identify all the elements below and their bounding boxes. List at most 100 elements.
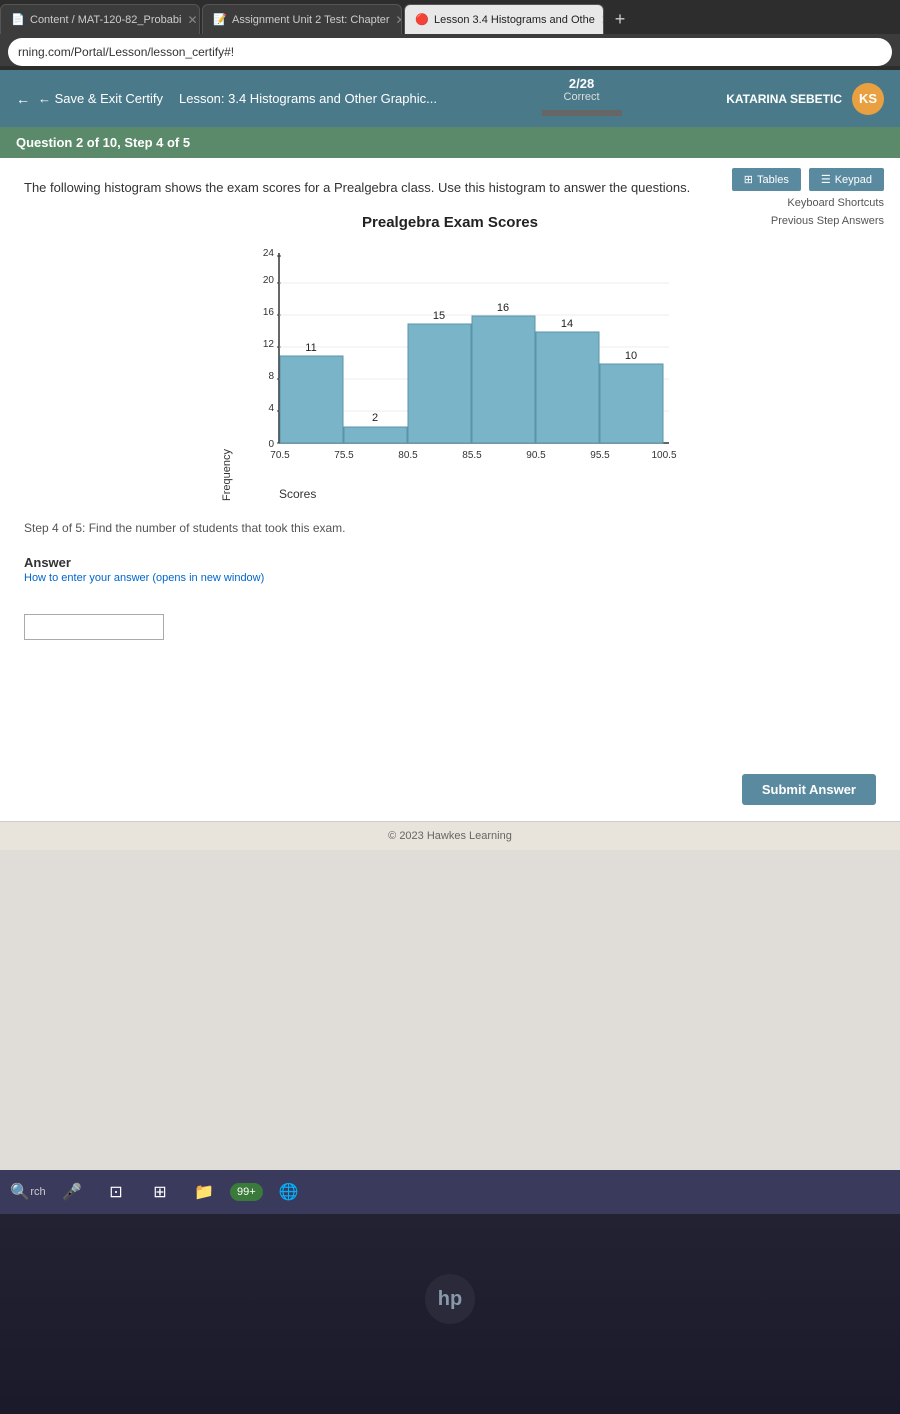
badge-item[interactable]: 99+ (230, 1183, 263, 1201)
nav-left: ← ← Save & Exit Certify Lesson: 3.4 Hist… (16, 91, 437, 107)
svg-text:70.5: 70.5 (270, 450, 290, 461)
hp-logo: hp (425, 1274, 475, 1324)
top-nav: ← ← Save & Exit Certify Lesson: 3.4 Hist… (0, 70, 900, 127)
taskview-icon: ⊡ (109, 1182, 122, 1202)
new-tab-button[interactable]: + (606, 5, 634, 33)
lesson-title: Lesson: 3.4 Histograms and Other Graphic… (179, 91, 437, 106)
taskbar: 🔍 rch 🎤 ⊡ ⊞ 📁 99+ 🌐 (0, 1170, 900, 1214)
tab1-label: Content / MAT-120-82_Probabi (30, 14, 181, 26)
keyboard-area: hp (0, 1214, 900, 1414)
svg-text:80.5: 80.5 (398, 450, 418, 461)
svg-text:20: 20 (263, 275, 275, 286)
bar-5 (536, 332, 599, 443)
chart-title: Prealgebra Exam Scores (362, 214, 538, 231)
score-progress-bar (542, 110, 622, 116)
copyright-text: © 2023 Hawkes Learning (388, 830, 512, 842)
keyboard-shortcuts-link[interactable]: Keyboard Shortcuts (787, 197, 884, 209)
mic-taskbar-item[interactable]: 🎤 (54, 1174, 90, 1210)
search-taskbar-item[interactable]: 🔍 rch (10, 1174, 46, 1210)
user-avatar: KS (852, 83, 884, 115)
save-exit-label: ← Save & Exit Certify (38, 91, 163, 106)
x-axis-label: Scores (279, 487, 316, 501)
submit-section: Submit Answer (0, 758, 900, 821)
bar-4 (472, 316, 535, 443)
save-exit-button[interactable]: ← ← Save & Exit Certify (16, 91, 163, 107)
svg-text:11: 11 (305, 342, 316, 354)
chart-container: Prealgebra Exam Scores Frequency (24, 214, 876, 501)
page-content: ← ← Save & Exit Certify Lesson: 3.4 Hist… (0, 70, 900, 1170)
tables-button[interactable]: ⊞ Tables (732, 168, 801, 191)
svg-text:0: 0 (268, 439, 274, 450)
laptop-bottom: hp (0, 1214, 900, 1414)
tab-lesson[interactable]: 🔴 Lesson 3.4 Histograms and Othe ✕ (404, 4, 604, 34)
mic-icon: 🎤 (62, 1182, 82, 1202)
submit-button[interactable]: Submit Answer (742, 774, 876, 805)
svg-text:10: 10 (625, 350, 637, 362)
user-initials: KS (859, 91, 877, 106)
score-display: 2/28 (542, 76, 622, 91)
footer: © 2023 Hawkes Learning (0, 821, 900, 850)
svg-text:15: 15 (433, 310, 445, 322)
tables-label: Tables (757, 174, 789, 186)
browser-taskbar-item[interactable]: 🌐 (271, 1174, 307, 1210)
svg-text:85.5: 85.5 (462, 450, 482, 461)
svg-text:14: 14 (561, 318, 573, 330)
submit-label: Submit Answer (762, 782, 856, 797)
lesson-icon: 🔴 (415, 13, 429, 27)
previous-step-link[interactable]: Previous Step Answers (771, 215, 884, 227)
assignment-icon: 📝 (213, 13, 227, 27)
tab-bar: 📄 Content / MAT-120-82_Probabi ✕ 📝 Assig… (0, 0, 900, 34)
browser-chrome: 📄 Content / MAT-120-82_Probabi ✕ 📝 Assig… (0, 0, 900, 66)
user-name: KATARINA SEBETIC (726, 92, 842, 106)
taskview-item[interactable]: ⊡ (98, 1174, 134, 1210)
svg-text:16: 16 (497, 302, 509, 314)
answer-hint-link[interactable]: How to enter your answer (opens in new w… (24, 572, 876, 584)
question-header: Question 2 of 10, Step 4 of 5 (0, 127, 900, 158)
badge-label: 99+ (237, 1186, 256, 1198)
histogram-svg: 0 4 8 12 (239, 243, 679, 483)
tab-content[interactable]: 📄 Content / MAT-120-82_Probabi ✕ (0, 4, 200, 34)
tab2-close[interactable]: ✕ (396, 13, 402, 27)
question-header-text: Question 2 of 10, Step 4 of 5 (16, 135, 190, 150)
address-text: rning.com/Portal/Lesson/lesson_certify#! (18, 45, 234, 59)
keypad-button[interactable]: ☰ Keypad (809, 168, 884, 191)
right-panel: ⊞ Tables ☰ Keypad Keyboard Shortcuts Pre… (732, 158, 884, 227)
svg-text:95.5: 95.5 (590, 450, 610, 461)
keypad-icon: ☰ (821, 173, 831, 186)
document-icon: 📄 (11, 13, 25, 27)
tab2-label: Assignment Unit 2 Test: Chapter (232, 14, 390, 26)
bar-1 (280, 356, 343, 443)
main-content: The following histogram shows the exam s… (0, 158, 900, 758)
bar-2 (344, 427, 407, 443)
search-taskbar-icon: 🔍 (10, 1182, 30, 1202)
step-instruction: Step 4 of 5: Find the number of students… (24, 521, 876, 535)
svg-text:75.5: 75.5 (334, 450, 354, 461)
search-taskbar-label: rch (30, 1186, 45, 1198)
correct-label: Correct (542, 91, 622, 103)
svg-text:4: 4 (268, 403, 274, 414)
answer-section: Answer How to enter your answer (opens i… (24, 555, 876, 640)
nav-center: 2/28 Correct (542, 76, 622, 121)
keypad-label: Keypad (835, 174, 872, 186)
svg-text:90.5: 90.5 (526, 450, 546, 461)
tab3-close[interactable]: ✕ (601, 13, 604, 27)
tables-icon: ⊞ (744, 173, 753, 186)
nav-right: KATARINA SEBETIC KS (726, 83, 884, 115)
chart-inner: 0 4 8 12 (239, 243, 679, 501)
answer-input[interactable] (24, 614, 164, 640)
address-bar[interactable]: rning.com/Portal/Lesson/lesson_certify#! (8, 38, 892, 66)
folder-item[interactable]: 📁 (186, 1174, 222, 1210)
apps-item[interactable]: ⊞ (142, 1174, 178, 1210)
svg-text:24: 24 (263, 248, 275, 259)
apps-icon: ⊞ (153, 1182, 166, 1202)
content-wrapper: The following histogram shows the exam s… (0, 158, 900, 850)
svg-text:100.5: 100.5 (651, 450, 676, 461)
back-arrow-icon: ← (16, 91, 30, 107)
chart-area: Frequency 0 (221, 243, 679, 501)
answer-label: Answer (24, 555, 876, 570)
browser-taskbar-icon: 🌐 (279, 1182, 299, 1202)
tab1-close[interactable]: ✕ (187, 13, 197, 27)
svg-text:8: 8 (268, 371, 274, 382)
tab3-label: Lesson 3.4 Histograms and Othe (434, 14, 595, 26)
tab-assignment[interactable]: 📝 Assignment Unit 2 Test: Chapter ✕ (202, 4, 402, 34)
